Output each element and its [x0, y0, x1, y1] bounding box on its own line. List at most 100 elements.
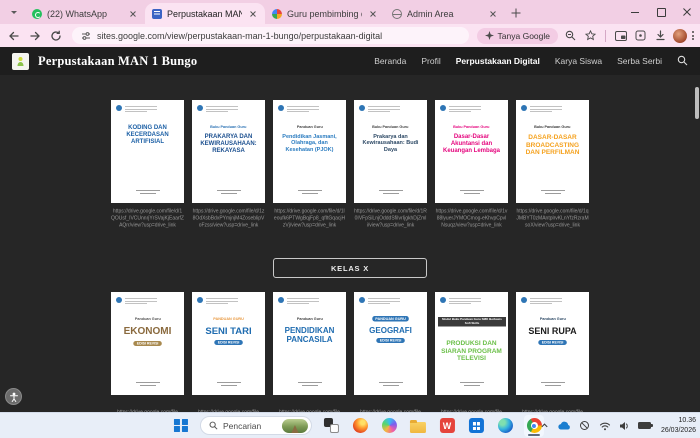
- site-search-button[interactable]: [677, 55, 688, 68]
- close-icon[interactable]: [487, 8, 498, 19]
- ministry-logo: [521, 105, 562, 113]
- volume-button[interactable]: [618, 419, 632, 433]
- book-cover-pendidikan-pancasila[interactable]: Panduan Guru PENDIDIKAN PANCASILA: [273, 292, 346, 395]
- ask-google-button[interactable]: Tanya Google: [476, 27, 558, 44]
- book-authors: [435, 382, 508, 386]
- ministry-logo: [359, 105, 400, 113]
- forward-arrow-icon: [30, 31, 40, 40]
- globe-icon: [392, 8, 402, 19]
- wps-office-button[interactable]: W: [437, 415, 457, 437]
- wifi-icon: [599, 422, 611, 430]
- tab-whatsapp[interactable]: (22) WhatsApp: [25, 3, 145, 24]
- book-title: SENI RUPA: [528, 326, 577, 336]
- nav-beranda[interactable]: Beranda: [374, 56, 406, 66]
- book-title: KODING DAN KECERDASAN ARTIFISIAL: [126, 125, 169, 146]
- forward-button[interactable]: [27, 28, 43, 44]
- close-window-button[interactable]: [674, 0, 700, 24]
- zoom-icon[interactable]: [563, 28, 578, 43]
- sparkle-icon: [484, 31, 494, 40]
- battery-icon: [638, 422, 654, 429]
- firefox-button[interactable]: [350, 415, 370, 437]
- microsoft-store-button[interactable]: [466, 415, 486, 437]
- reload-button[interactable]: [48, 28, 64, 44]
- edge-button[interactable]: [495, 415, 515, 437]
- book-edition-badge: EDISI REVISI: [133, 340, 162, 346]
- book-cover-prakarya-budidaya[interactable]: Buku Panduan Guru Prakarya dan Kewirausa…: [354, 100, 427, 203]
- extensions-icon[interactable]: [633, 28, 648, 43]
- maximize-button[interactable]: [648, 0, 674, 24]
- nav-profil[interactable]: Profil: [421, 56, 440, 66]
- taskbar-search[interactable]: Pencarian: [199, 416, 312, 435]
- onedrive-button[interactable]: [558, 419, 572, 433]
- book-subtitle: Buku Panduan Guru: [372, 124, 409, 130]
- tab-guru-pembimbing[interactable]: Guru pembimbing dan siswa P: [265, 3, 385, 24]
- clock-time: 10.36: [678, 417, 696, 425]
- tab-admin-area[interactable]: Admin Area: [385, 3, 505, 24]
- window-controls: [622, 0, 700, 24]
- media-pip-icon[interactable]: [613, 28, 628, 43]
- tab-perpustakaan[interactable]: Perpustakaan MAN 1 Bungo - P: [145, 3, 265, 24]
- book-authors: [192, 190, 265, 194]
- battery-button[interactable]: [638, 419, 654, 433]
- book-cover-geografi[interactable]: PANDUAN GURU GEOGRAFI EDISI REVISI: [354, 292, 427, 395]
- book-cover-seni-tari[interactable]: PANDUAN GURU SENI TARI EDISI REVISI: [192, 292, 265, 395]
- site-logo[interactable]: [12, 52, 29, 70]
- close-icon[interactable]: [127, 8, 138, 19]
- tab-title: Guru pembimbing dan siswa P: [287, 8, 362, 19]
- nav-karya-siswa[interactable]: Karya Siswa: [555, 56, 602, 66]
- search-highlight-image: [281, 418, 308, 433]
- close-icon[interactable]: [247, 8, 258, 19]
- book-cover-broadcasting[interactable]: Buku Panduan Guru DASAR-DASAR BROADCASTI…: [516, 100, 589, 203]
- nav-perpustakaan-digital[interactable]: Perpustakaan Digital: [456, 56, 540, 66]
- book-subtitle: [145, 124, 151, 125]
- book-subtitle: Panduan Guru: [296, 124, 323, 130]
- kelas-x-button[interactable]: KELAS X: [273, 258, 427, 278]
- close-icon[interactable]: [367, 8, 378, 19]
- book-cover-produksi-televisi[interactable]: Modul Buku Panduan Guru SMK Berbasis Sof…: [435, 292, 508, 395]
- copilot-button[interactable]: [379, 415, 399, 437]
- tray-chevron-button[interactable]: [538, 419, 552, 433]
- taskbar-clock[interactable]: 10.36 26/03/2026: [661, 416, 696, 434]
- search-placeholder: Pencarian: [222, 420, 262, 431]
- book-cover-akuntansi[interactable]: Buku Panduan Guru Dasar-Dasar Akuntansi …: [435, 100, 508, 203]
- onedrive-cloud-icon: [558, 421, 571, 430]
- book-subtitle: PANDUAN GURU: [372, 316, 409, 322]
- book-edition-badge: EDISI REVISI: [538, 339, 567, 345]
- file-explorer-button[interactable]: [408, 415, 428, 437]
- book-subtitle: Panduan Guru: [296, 316, 323, 322]
- book-title: Dasar-Dasar Akuntansi dan Keuangan Lemba…: [442, 134, 500, 155]
- scrollbar-thumb[interactable]: [695, 87, 699, 119]
- minimize-button[interactable]: [622, 0, 648, 24]
- book-cover-seni-rupa[interactable]: Panduan Guru SENI RUPA EDISI REVISI: [516, 292, 589, 395]
- download-icon[interactable]: [653, 28, 668, 43]
- bookmark-star-icon[interactable]: [583, 28, 598, 43]
- menu-kebab-icon[interactable]: [692, 31, 694, 40]
- new-tab-button[interactable]: [509, 6, 523, 20]
- book-cover-ekonomi[interactable]: Panduan Guru EKONOMI EDISI REVISI: [111, 292, 184, 395]
- address-bar[interactable]: sites.google.com/view/perpustakaan-man-1…: [72, 27, 469, 44]
- chevron-up-icon: [541, 423, 549, 428]
- book-cover-koding[interactable]: KODING DAN KECERDASAN ARTIFISIAL: [111, 100, 184, 203]
- blocked-notifications-button[interactable]: [578, 419, 592, 433]
- profile-avatar[interactable]: [673, 28, 687, 43]
- book-cover-pjok[interactable]: Panduan Guru Pendidikan Jasmani, Olahrag…: [273, 100, 346, 203]
- chevron-down-icon: [11, 10, 17, 17]
- book-authors: [111, 190, 184, 194]
- ministry-logo: [116, 297, 157, 305]
- toolbar-divider: [605, 29, 606, 42]
- ministry-logo: [278, 297, 319, 305]
- task-view-button[interactable]: [321, 415, 341, 437]
- site-header: Perpustakaan MAN 1 Bungo Beranda Profil …: [0, 47, 700, 75]
- reload-icon: [51, 30, 61, 41]
- tab-search-icon[interactable]: [6, 4, 22, 20]
- book-title: GEOGRAFI: [369, 326, 412, 335]
- drive-link: https://drive.google.com/file/d/1QOUsf_I…: [111, 208, 184, 229]
- start-button[interactable]: [171, 415, 191, 437]
- back-button[interactable]: [6, 28, 22, 44]
- nav-serba-serbi[interactable]: Serba Serbi: [617, 56, 662, 66]
- wifi-button[interactable]: [598, 419, 612, 433]
- book-cover-prakarya-rekayasa[interactable]: Buku Panduan Guru PRAKARYA DAN KEWIRAUSA…: [192, 100, 265, 203]
- tab-title: Perpustakaan MAN 1 Bungo - P: [167, 8, 242, 19]
- search-icon: [209, 421, 218, 430]
- accessibility-button[interactable]: [5, 388, 22, 405]
